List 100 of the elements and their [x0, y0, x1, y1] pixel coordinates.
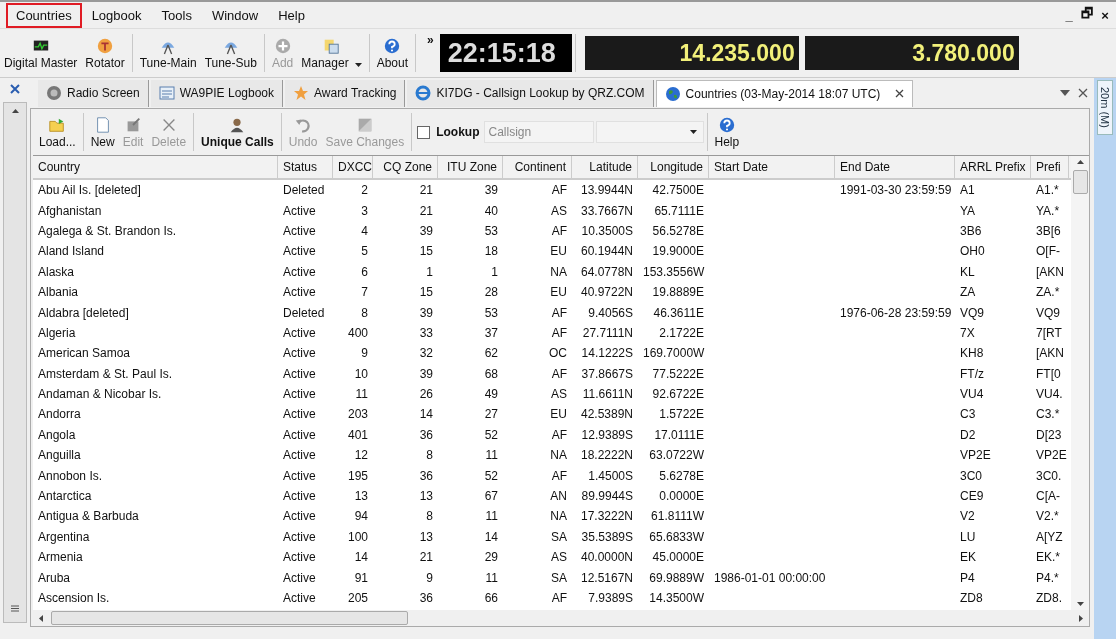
- table-cell: Active: [283, 550, 316, 565]
- table-cell: 12.9389S: [581, 427, 633, 442]
- menu-item[interactable]: Countries: [6, 2, 82, 28]
- table-cell: 203: [347, 407, 368, 422]
- scroll-up-icon[interactable]: [11, 109, 19, 113]
- table-cell: Andaman & Nicobar Is.: [38, 387, 162, 402]
- table-cell: 7: [361, 285, 368, 300]
- toolbar-button[interactable]: Tune-Sub: [200, 34, 261, 72]
- help-button[interactable]: Help: [710, 113, 744, 151]
- tab[interactable]: KI7DG - Callsign Lookup by QRZ.COM: [407, 79, 654, 107]
- grip-icon[interactable]: [11, 605, 19, 612]
- table-cell: 14.3500W: [649, 591, 704, 605]
- column-header[interactable]: CQ Zone: [373, 156, 438, 178]
- table-cell: 53: [484, 305, 498, 320]
- lookup-checkbox[interactable]: Lookup: [417, 125, 480, 139]
- column-header[interactable]: Status: [278, 156, 333, 178]
- toolbar-button[interactable]: Tune-Main: [135, 34, 201, 72]
- table-cell: 29: [484, 550, 498, 565]
- scrollbar-thumb[interactable]: [1072, 170, 1088, 194]
- table-cell: 169.7000W: [643, 346, 705, 361]
- table-cell: 60.1944N: [580, 244, 633, 259]
- table-cell: 3: [361, 203, 368, 218]
- scrollbar-thumb[interactable]: [51, 611, 408, 625]
- table-cell: V2: [960, 509, 975, 524]
- table-cell: 11: [355, 387, 368, 402]
- table-cell: Active: [283, 448, 316, 463]
- table-cell: Aldabra [deleted]: [38, 305, 129, 320]
- menu-item[interactable]: Tools: [151, 2, 202, 28]
- toolbar-button[interactable]: Unique Calls: [197, 113, 278, 151]
- column-header[interactable]: End Date: [835, 156, 955, 178]
- column-header[interactable]: Prefi: [1031, 156, 1069, 178]
- toolbar-button[interactable]: New: [86, 113, 119, 151]
- column-header[interactable]: Latitude: [572, 156, 638, 178]
- table-cell: 18.2222N: [580, 448, 633, 463]
- close-button[interactable]: ×: [1098, 7, 1112, 23]
- toolbar-button[interactable]: Load...: [35, 113, 80, 151]
- table-cell: Deleted: [283, 183, 325, 198]
- table-cell: 42.7500E: [652, 183, 704, 198]
- table-cell: YA: [960, 203, 976, 218]
- table-cell: 14: [354, 550, 368, 565]
- dropdown-field[interactable]: [595, 121, 704, 143]
- table-cell: 1991-03-30 23:59:59: [840, 183, 952, 198]
- column-header[interactable]: Longitude: [638, 156, 709, 178]
- close-icon[interactable]: [1078, 88, 1088, 98]
- table-cell: 32: [419, 346, 433, 361]
- table-cell: Abu Ail Is. [deleted]: [38, 183, 141, 198]
- overflow-button[interactable]: »: [427, 33, 434, 47]
- table-cell: D2: [960, 427, 976, 442]
- table-cell: ZA: [960, 285, 976, 300]
- toolbar-button[interactable]: About: [372, 34, 412, 72]
- column-header[interactable]: ARRL Prefix: [955, 156, 1031, 178]
- table-cell: Antigua & Barbuda: [38, 509, 139, 524]
- table-cell: 9.4056S: [588, 305, 633, 320]
- menu-item[interactable]: Help: [268, 2, 315, 28]
- table-cell: AN: [550, 489, 567, 504]
- table-cell: 4: [361, 223, 368, 238]
- restore-button[interactable]: 🗗: [1080, 4, 1094, 26]
- table-cell: VP2E: [960, 448, 991, 463]
- table-cell: 68: [484, 366, 498, 381]
- table-cell: 13: [419, 489, 433, 504]
- scroll-right-icon[interactable]: [1079, 614, 1083, 622]
- side-tab[interactable]: 20m (M): [1097, 80, 1113, 135]
- table-cell: 15: [419, 244, 433, 259]
- tab[interactable]: Radio Screen: [38, 79, 149, 107]
- table-cell: Active: [283, 346, 316, 361]
- dropdown-icon[interactable]: [1060, 90, 1070, 96]
- toolbar-button[interactable]: Digital Master: [0, 34, 82, 72]
- toolbar-button[interactable]: Rotator: [81, 34, 129, 72]
- tab[interactable]: WA9PIE Logbook: [150, 79, 283, 107]
- table-cell: KH8: [960, 346, 984, 361]
- table-cell: 21: [419, 550, 433, 565]
- table-cell: 100: [347, 529, 368, 544]
- table-cell: Active: [283, 325, 316, 340]
- table-cell: Ascension Is.: [38, 591, 110, 605]
- close-icon[interactable]: [895, 89, 905, 98]
- close-icon[interactable]: [10, 84, 20, 94]
- table-cell: 10.3500S: [581, 223, 633, 238]
- column-header[interactable]: Country: [33, 156, 278, 178]
- minimize-button[interactable]: _: [1062, 7, 1076, 23]
- callsign-field[interactable]: Callsign: [483, 121, 594, 143]
- table-cell: 3B6: [960, 223, 982, 238]
- table-cell: A1.*: [1036, 183, 1059, 198]
- table-cell: VU4.: [1036, 387, 1063, 402]
- menu-item[interactable]: Logbook: [81, 2, 152, 28]
- caret-icon: [354, 62, 362, 67]
- column-header[interactable]: DXCC: [333, 156, 373, 178]
- menu-item[interactable]: Window: [201, 2, 269, 28]
- column-header[interactable]: Continent: [503, 156, 572, 178]
- table-cell: P4: [960, 570, 975, 585]
- toolbar-button[interactable]: Manager: [297, 34, 366, 72]
- column-header[interactable]: ITU Zone: [438, 156, 503, 178]
- tab[interactable]: Award Tracking: [285, 79, 406, 107]
- scroll-left-icon[interactable]: [39, 614, 43, 622]
- table-cell: 27.7111N: [582, 325, 633, 340]
- table-cell: AF: [551, 223, 567, 238]
- scroll-down-icon[interactable]: [1076, 602, 1084, 606]
- tab[interactable]: Countries (03-May-2014 18:07 UTC): [655, 79, 914, 107]
- table-cell: 2: [361, 183, 368, 198]
- scroll-up-icon[interactable]: [1076, 160, 1084, 164]
- column-header[interactable]: Start Date: [709, 156, 835, 178]
